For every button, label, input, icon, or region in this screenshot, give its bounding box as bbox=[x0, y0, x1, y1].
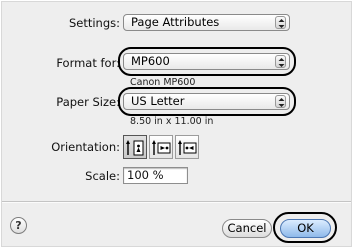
paper-size-popup-value: US Letter bbox=[131, 94, 185, 108]
ok-button[interactable]: OK bbox=[280, 219, 331, 238]
scale-label: Scale: bbox=[85, 169, 120, 183]
page-setup-dialog: Settings: Page Attributes Format for: MP… bbox=[1, 1, 352, 247]
cancel-button[interactable]: Cancel bbox=[222, 219, 272, 238]
paper-size-popup[interactable]: US Letter bbox=[123, 93, 290, 110]
paper-dimensions: 8.50 in x 11.00 in bbox=[130, 116, 214, 127]
scale-input[interactable]: 100 % bbox=[123, 167, 188, 184]
settings-label: Settings: bbox=[68, 16, 120, 30]
popup-arrows-icon bbox=[275, 16, 286, 29]
popup-arrows-icon bbox=[275, 95, 286, 108]
settings-popup[interactable]: Page Attributes bbox=[123, 14, 290, 31]
portrait-orientation-icon[interactable] bbox=[123, 135, 147, 159]
landscape-right-orientation-icon[interactable] bbox=[175, 135, 199, 159]
orientation-label: Orientation: bbox=[51, 140, 120, 154]
popup-arrows-icon bbox=[275, 55, 286, 68]
landscape-left-orientation-icon[interactable] bbox=[149, 135, 173, 159]
format-for-popup-value: MP600 bbox=[131, 54, 170, 68]
help-button[interactable]: ? bbox=[10, 217, 27, 234]
format-for-label: Format for: bbox=[56, 56, 120, 70]
settings-popup-value: Page Attributes bbox=[131, 15, 220, 29]
format-for-popup[interactable]: MP600 bbox=[123, 53, 290, 70]
paper-size-label: Paper Size: bbox=[56, 95, 120, 109]
divider bbox=[2, 201, 351, 203]
